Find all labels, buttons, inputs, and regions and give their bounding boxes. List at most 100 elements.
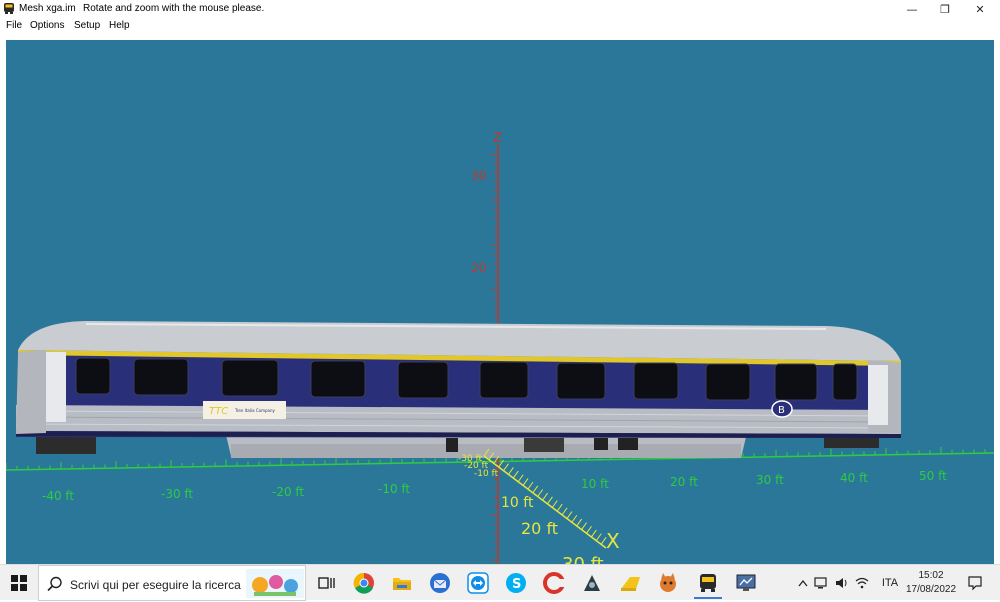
title-bar: Mesh xga.im Rotate and zoom with the mou…: [0, 0, 1000, 18]
y-tick-label: 20 ft: [670, 475, 698, 489]
menu-options[interactable]: Options: [30, 20, 64, 31]
close-button[interactable]: ✕: [963, 0, 997, 18]
window-title: Mesh xga.im: [19, 3, 76, 14]
x-axis-tick: [527, 481, 534, 490]
center-tick-label: -30 ft: [458, 454, 483, 464]
taskbar-app-thunderbird[interactable]: [426, 569, 454, 597]
notification-button[interactable]: [963, 565, 987, 601]
search-placeholder: Scrivi qui per eseguire la ricerca: [70, 578, 241, 592]
x-axis-tick: [561, 507, 568, 516]
x-axis: X 10 ft 20 ft 30 ft: [483, 448, 620, 564]
taskbar-clock[interactable]: 15:02 17/08/2022: [905, 569, 957, 597]
app-screen-icon: [736, 574, 756, 591]
y-tick-label: -40 ft: [42, 489, 74, 503]
task-view-button[interactable]: [312, 569, 340, 597]
z-tick-label: 20: [471, 261, 486, 275]
x-axis-tick: [517, 474, 524, 483]
show-hidden-icons[interactable]: [795, 565, 811, 601]
taskbar-app-skype[interactable]: S: [502, 569, 530, 597]
taskbar-app-teamviewer[interactable]: [464, 569, 492, 597]
x-axis-tick: [547, 496, 553, 505]
x-axis-tick: [595, 533, 602, 541]
taskbar-app-dark[interactable]: [578, 569, 606, 597]
coach-brand-text: Tren Italia Company: [234, 408, 275, 413]
notification-icon: [968, 576, 982, 591]
app-cat-icon: [660, 573, 676, 592]
x-tick-label: 20 ft: [521, 519, 558, 538]
y-tick-label: -20 ft: [272, 485, 304, 499]
x-axis-tick: [556, 503, 563, 512]
start-button[interactable]: [0, 565, 38, 601]
wifi-tray[interactable]: [853, 565, 871, 601]
coach-brand-logo: TTC: [209, 406, 228, 417]
menu-setup[interactable]: Setup: [74, 20, 100, 31]
y-tick-label: -30 ft: [161, 487, 193, 501]
scene-canvas[interactable]: -40 ft -30 ft -20 ft -10 ft 10 ft 20 ft …: [6, 40, 994, 564]
volume-tray[interactable]: [833, 565, 851, 601]
chrome-icon: [353, 572, 374, 594]
z-tick-label: 30: [471, 169, 486, 183]
thunderbird-icon: [430, 573, 450, 593]
taskbar-app-ccleaner[interactable]: [540, 569, 568, 597]
y-tick-label: -10 ft: [378, 482, 410, 496]
x-tick-label: 30 ft: [562, 554, 604, 564]
folder-icon: [393, 578, 411, 590]
window-hint: Rotate and zoom with the mouse please.: [83, 3, 265, 14]
taskbar-app-yellow[interactable]: [616, 569, 644, 597]
taskbar-app-screen[interactable]: [732, 569, 760, 597]
z-axis-label: Z: [493, 131, 502, 146]
taskbar-app-chrome[interactable]: [350, 569, 378, 597]
x-axis-tick: [512, 470, 519, 479]
x-axis-tick: [507, 467, 514, 475]
x-axis-tick: [590, 529, 597, 538]
y-tick-label: 50 ft: [919, 469, 947, 483]
taskbar-app-file-explorer[interactable]: [388, 569, 416, 597]
y-tick-label: 40 ft: [840, 471, 868, 485]
x-axis-tick: [571, 514, 578, 523]
wifi-icon: [855, 577, 869, 589]
taskbar-search[interactable]: Scrivi qui per eseguire la ricerca: [38, 565, 306, 601]
taskbar-app-cat[interactable]: [654, 569, 682, 597]
minimize-button[interactable]: —: [895, 0, 929, 18]
coach-emblem: B: [778, 405, 785, 416]
menu-help[interactable]: Help: [109, 20, 130, 31]
x-axis-tick: [537, 489, 544, 497]
restore-icon: ❐: [940, 2, 950, 16]
ccleaner-icon: [543, 572, 565, 594]
skype-icon: S: [506, 573, 526, 593]
menu-bar: File Options Setup Help: [0, 18, 1000, 34]
task-view-icon: [318, 577, 335, 589]
taskbar-app-train[interactable]: [694, 569, 722, 599]
3d-scene[interactable]: -40 ft -30 ft -20 ft -10 ft 10 ft 20 ft …: [6, 40, 994, 564]
x-axis-tick: [586, 525, 592, 534]
x-axis-tick: [551, 500, 558, 508]
close-icon: ✕: [975, 2, 985, 16]
x-axis-tick: [581, 522, 588, 530]
clock-date: 17/08/2022: [905, 584, 957, 595]
taskbar: Scrivi qui per eseguire la ricerca S ITA…: [0, 564, 1000, 601]
train-app-icon: [700, 574, 716, 592]
volume-icon: [836, 578, 847, 588]
svg-text:S: S: [512, 577, 521, 592]
y-tick-label: 30 ft: [756, 473, 784, 487]
restore-button[interactable]: ❐: [928, 0, 962, 18]
language-indicator[interactable]: ITA: [878, 565, 902, 601]
x-axis-tick: [542, 492, 548, 501]
x-axis-tick: [532, 485, 539, 494]
passenger-coach-model: TTC Tren Italia Company B: [15, 321, 902, 458]
y-tick-label: 10 ft: [581, 477, 609, 491]
search-highlight-art: [246, 569, 304, 598]
teamviewer-icon: [467, 572, 489, 594]
app-dark-icon: [584, 575, 600, 591]
x-axis-tick: [576, 518, 583, 527]
menu-file[interactable]: File: [6, 20, 22, 31]
windows-icon: [11, 575, 27, 591]
x-tick-label: 10 ft: [501, 495, 534, 511]
x-axis-tick: [566, 511, 573, 519]
x-axis-label: X: [606, 529, 620, 553]
network-tray[interactable]: [813, 565, 831, 601]
train-app-icon: [4, 3, 14, 14]
x-axis-tick: [522, 478, 529, 486]
x-axis-tick: [503, 463, 509, 472]
language-label: ITA: [881, 577, 899, 589]
